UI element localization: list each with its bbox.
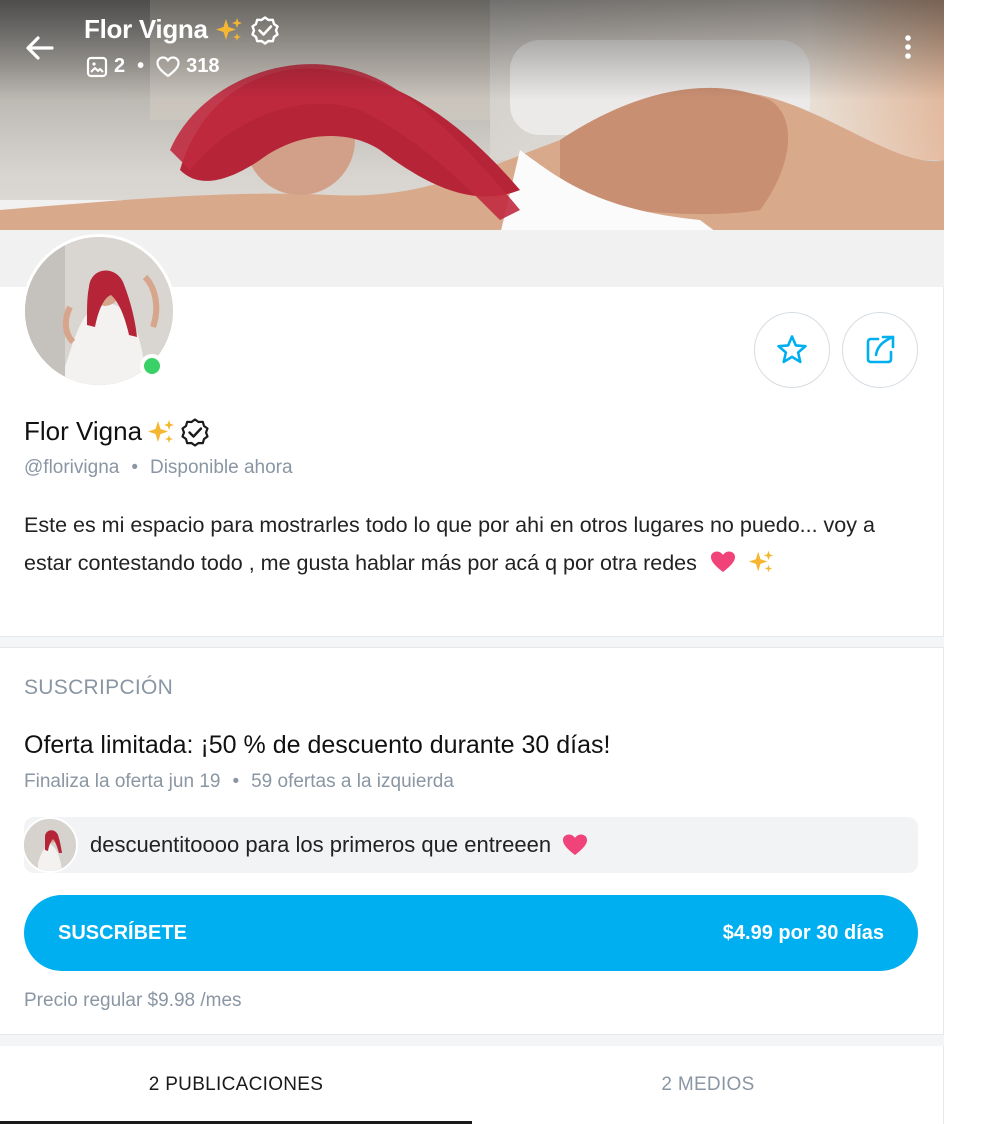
online-indicator <box>140 354 164 378</box>
subscribe-button[interactable]: SUSCRÍBETE $4.99 por 30 días <box>24 895 918 971</box>
offer-end-date: Finaliza la oferta jun 19 <box>24 771 221 792</box>
image-icon <box>86 56 108 77</box>
section-divider <box>0 1034 944 1046</box>
back-button[interactable] <box>22 30 58 66</box>
verified-icon <box>181 417 209 447</box>
back-arrow-icon <box>26 36 54 60</box>
sparkles-icon <box>748 550 773 573</box>
top-bar: Flor Vigna 2 • 318 <box>0 0 944 90</box>
handle-row: @florivigna • Disponible ahora <box>24 457 293 479</box>
tab-posts[interactable]: 2 PUBLICACIONES <box>0 1046 472 1124</box>
profile-handle: @florivigna <box>24 457 120 478</box>
heart-icon <box>156 55 180 77</box>
share-button[interactable] <box>842 312 918 388</box>
header-title: Flor Vigna <box>84 14 208 44</box>
heart-emoji-icon <box>710 551 735 572</box>
profile-name: Flor Vigna <box>24 416 143 446</box>
header-title-row: Flor Vigna <box>84 14 280 45</box>
handle-separator: • <box>131 457 138 478</box>
profile-bio: Este es mi espacio para mostrarles todo … <box>24 506 924 582</box>
subscribe-button-label: SUSCRÍBETE <box>58 921 187 944</box>
verified-icon <box>250 15 279 45</box>
message-avatar-image <box>24 819 76 871</box>
stats-separator: • <box>137 55 145 77</box>
subscription-section-label: SUSCRIPCIÓN <box>24 676 174 699</box>
sparkles-icon <box>148 419 175 443</box>
offer-title: Oferta limitada: ¡50 % de descuento dura… <box>24 731 611 759</box>
profile-page: Flor Vigna 2 • 318 Flor Vigna @florivign… <box>0 0 944 1124</box>
header-stats: 2 • 318 <box>86 55 220 78</box>
kebab-menu-icon <box>905 35 911 59</box>
message-text: descuentitoooo para los primeros que ent… <box>90 832 552 857</box>
share-icon <box>866 335 895 364</box>
offer-meta-separator: • <box>232 771 240 792</box>
offer-meta: Finaliza la oferta jun 19 • 59 ofertas a… <box>24 771 454 793</box>
star-icon <box>777 335 807 364</box>
heart-emoji-icon <box>563 834 588 855</box>
subscribe-button-price: $4.99 por 30 días <box>722 921 884 944</box>
posts-count: 2 <box>114 55 126 77</box>
offers-left: 59 ofertas a la izquierda <box>251 771 454 792</box>
favorite-button[interactable] <box>754 312 830 388</box>
tab-media[interactable]: 2 MEDIOS <box>472 1046 944 1124</box>
profile-name-row: Flor Vigna <box>24 416 210 447</box>
section-divider <box>0 636 944 648</box>
more-options-button[interactable] <box>896 30 920 66</box>
likes-count: 318 <box>186 55 220 77</box>
message-avatar <box>22 817 78 873</box>
sparkles-icon <box>215 17 242 41</box>
content-tabs: 2 PUBLICACIONES 2 MEDIOS <box>0 1046 944 1124</box>
creator-message: descuentitoooo para los primeros que ent… <box>22 817 918 873</box>
regular-price: Precio regular $9.98 /mes <box>24 990 242 1011</box>
availability-status: Disponible ahora <box>149 457 293 478</box>
